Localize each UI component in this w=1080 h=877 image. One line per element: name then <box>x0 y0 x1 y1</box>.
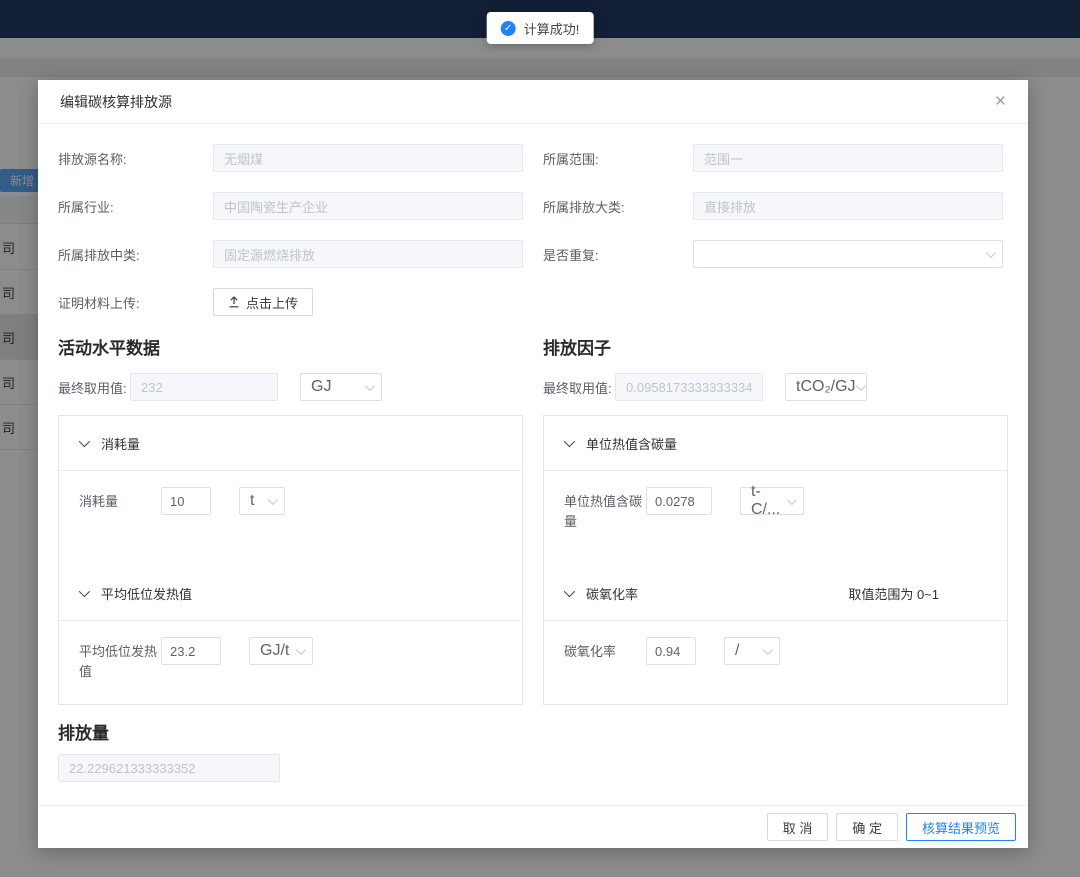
field-label: 平均低位发热值 <box>79 642 161 681</box>
field-scope: 所属范围: <box>543 144 1008 172</box>
form-row: 所属行业: 所属排放大类: <box>58 192 1008 220</box>
toast-message: 计算成功! <box>524 19 580 38</box>
chevron-down-icon <box>365 381 375 391</box>
collapse-header-heat-value[interactable]: 平均低位发热值 <box>59 566 522 621</box>
field-label: 所属范围: <box>543 149 693 168</box>
collapse-header-oxidation-rate[interactable]: 碳氧化率 取值范围为 0~1 <box>544 566 1007 621</box>
confirm-button[interactable]: 确 定 <box>836 813 898 841</box>
dialog-body: 排放源名称: 所属范围: 所属行业: 所属排放大类: 所属排放中类: <box>38 124 1028 802</box>
field-label: 所属排放大类: <box>543 197 693 216</box>
chevron-down-icon <box>856 381 866 391</box>
dialog-title: 编辑碳核算排放源 <box>60 92 172 112</box>
chevron-down-icon <box>79 436 90 447</box>
dialog-footer: 取 消 确 定 核算结果预览 <box>38 805 1028 848</box>
factor-panel: 单位热值含碳量 单位热值含碳量 t-C/... 碳氧化率 取值范围为 0~1 <box>543 415 1008 705</box>
final-value-label: 最终取用值: <box>543 378 615 397</box>
select-value: tCO₂/GJ <box>796 378 856 396</box>
chevron-down-icon <box>268 495 278 505</box>
field-label: 是否重复: <box>543 245 693 264</box>
collapse-header-carbon-content[interactable]: 单位热值含碳量 <box>544 416 1007 471</box>
upload-button-label: 点击上传 <box>246 293 298 312</box>
success-toast: ✓ 计算成功! <box>487 12 594 44</box>
data-columns: 活动水平数据 最终取用值: GJ 消耗量 消耗量 <box>58 334 1008 705</box>
factor-section-title: 排放因子 <box>543 334 1008 359</box>
field-emission-major-class: 所属排放大类: <box>543 192 1008 220</box>
chevron-down-icon <box>763 645 773 655</box>
source-name-input <box>213 144 523 172</box>
factor-final-unit-select[interactable]: tCO₂/GJ <box>785 373 867 401</box>
carbon-content-body: 单位热值含碳量 t-C/... <box>544 471 1007 566</box>
field-label: 消耗量 <box>79 492 161 512</box>
collapse-header-consumption[interactable]: 消耗量 <box>59 416 522 471</box>
select-value: GJ/t <box>260 642 289 660</box>
scope-input <box>693 144 1003 172</box>
field-label: 证明材料上传: <box>58 293 213 312</box>
chevron-down-icon <box>564 586 575 597</box>
activity-column: 活动水平数据 最终取用值: GJ 消耗量 消耗量 <box>58 334 523 705</box>
success-check-icon: ✓ <box>501 21 516 36</box>
heat-value-body: 平均低位发热值 GJ/t <box>59 621 522 705</box>
chevron-down-icon <box>787 495 797 505</box>
consumption-unit-select[interactable]: t <box>239 487 285 515</box>
field-proof-upload: 证明材料上传: 点击上传 <box>58 288 1008 316</box>
oxidation-rate-unit-select[interactable]: / <box>724 637 780 665</box>
chevron-down-icon <box>79 586 90 597</box>
final-value-label: 最终取用值: <box>58 378 130 397</box>
consumption-input[interactable] <box>161 487 211 515</box>
field-industry: 所属行业: <box>58 192 523 220</box>
oxidation-rate-input[interactable] <box>646 637 696 665</box>
field-source-name: 排放源名称: <box>58 144 523 172</box>
select-value: GJ <box>311 378 331 396</box>
select-value: t <box>250 492 254 510</box>
dialog-header: 编辑碳核算排放源 × <box>38 80 1028 124</box>
chevron-down-icon <box>564 436 575 447</box>
field-label: 单位热值含碳量 <box>564 492 646 531</box>
close-icon[interactable]: × <box>995 92 1006 111</box>
activity-section-title: 活动水平数据 <box>58 334 523 359</box>
activity-final-unit-select[interactable]: GJ <box>300 373 382 401</box>
heat-value-unit-select[interactable]: GJ/t <box>249 637 313 665</box>
form-row: 所属排放中类: 是否重复: <box>58 240 1008 268</box>
result-preview-button[interactable]: 核算结果预览 <box>906 813 1016 841</box>
field-emission-mid-class: 所属排放中类: <box>58 240 523 268</box>
activity-final-input <box>130 373 278 401</box>
field-label: 碳氧化率 <box>564 642 646 662</box>
collapse-title: 单位热值含碳量 <box>586 434 677 453</box>
value-range-note: 取值范围为 0~1 <box>848 584 939 603</box>
collapse-title: 平均低位发热值 <box>101 584 192 603</box>
field-label: 所属行业: <box>58 197 213 216</box>
factor-final-input <box>615 373 763 401</box>
collapse-title: 碳氧化率 <box>586 584 638 603</box>
chevron-down-icon <box>986 248 996 258</box>
activity-panel: 消耗量 消耗量 t 平均低位发热值 <box>58 415 523 705</box>
cancel-button[interactable]: 取 消 <box>767 813 829 841</box>
upload-button[interactable]: 点击上传 <box>213 288 313 316</box>
is-duplicate-select[interactable] <box>693 240 1003 268</box>
select-value: t-C/... <box>751 483 787 519</box>
emission-section-title: 排放量 <box>58 719 1008 744</box>
emission-mid-class-input <box>213 240 523 268</box>
field-label: 所属排放中类: <box>58 245 213 264</box>
chevron-down-icon <box>296 645 306 655</box>
factor-column: 排放因子 最终取用值: tCO₂/GJ 单位热值含碳量 单位热值含碳 <box>543 334 1008 705</box>
carbon-content-unit-select[interactable]: t-C/... <box>740 487 804 515</box>
edit-emission-source-dialog: 编辑碳核算排放源 × 排放源名称: 所属范围: 所属行业: 所属排放大类: <box>38 80 1028 848</box>
consumption-body: 消耗量 t <box>59 471 522 566</box>
emission-major-class-input <box>693 192 1003 220</box>
field-label: 排放源名称: <box>58 149 213 168</box>
industry-input <box>213 192 523 220</box>
carbon-content-input[interactable] <box>646 487 712 515</box>
activity-final-row: 最终取用值: GJ <box>58 373 523 401</box>
heat-value-input[interactable] <box>161 637 221 665</box>
collapse-title: 消耗量 <box>101 434 140 453</box>
factor-final-row: 最终取用值: tCO₂/GJ <box>543 373 1008 401</box>
oxidation-rate-body: 碳氧化率 / <box>544 621 1007 705</box>
emission-amount-input <box>58 754 280 782</box>
field-is-duplicate: 是否重复: <box>543 240 1008 268</box>
form-row: 排放源名称: 所属范围: <box>58 144 1008 172</box>
upload-icon <box>228 296 240 308</box>
select-value: / <box>735 642 739 660</box>
